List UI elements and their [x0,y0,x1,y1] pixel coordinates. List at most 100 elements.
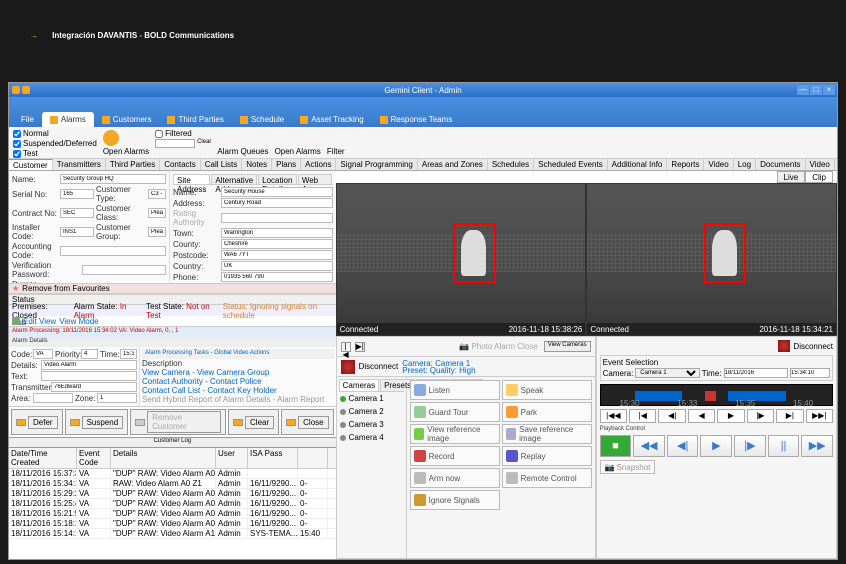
log-col-header[interactable]: Event Code [77,448,111,468]
live-tab[interactable]: Live [777,171,806,183]
text-field[interactable] [41,371,137,381]
ribbon-tab-customers[interactable]: Customers [94,112,160,127]
subtab-signal-programming[interactable]: Signal Programming [336,159,417,170]
task-view-camera[interactable]: View Camera - View Camera Group [142,368,334,377]
log-row[interactable]: 18/11/2016 15:21:52VA"DUP" RAW: Video Al… [9,509,336,519]
subtab-documents[interactable]: Documents [756,159,805,170]
ribbon-tab-third-parties[interactable]: Third Parties [159,112,231,127]
remove-customer-button[interactable]: Remove Customer [130,409,226,435]
county-field[interactable] [221,239,333,249]
ribbon-tab-asset-tracking[interactable]: Asset Tracking [292,112,371,127]
pb-cam-select[interactable]: Camera 1 [635,368,700,378]
prev-frame-button[interactable]: |◀ [341,342,351,352]
name-field[interactable] [60,174,166,184]
log-row[interactable]: 18/11/2016 15:34:15VARAW: Video Alarm A0… [9,479,336,489]
close-button[interactable]: × [823,85,835,95]
nav-button[interactable]: ▶| [776,409,803,423]
nav-button[interactable]: ◀ [688,409,715,423]
ignore-signals-button[interactable]: Ignore Signals [410,490,500,510]
speak-button[interactable]: Speak [502,380,592,400]
play-button[interactable]: || [768,435,800,457]
pb-date-field[interactable] [724,368,789,378]
nav-button[interactable]: |◀ [629,409,656,423]
cam-tab[interactable]: Cameras [339,379,379,391]
subtab-additional-info[interactable]: Additional Info [608,159,668,170]
filter-filtered[interactable]: Filtered [155,129,211,138]
rating-field[interactable] [221,213,333,223]
playback-disconnect-button[interactable]: Disconnect [793,342,833,351]
filter-test[interactable]: Test [13,149,97,158]
save-reference-image-button[interactable]: Save reference image [502,424,592,444]
minimize-button[interactable]: — [797,85,809,95]
listen-button[interactable]: Listen [410,380,500,400]
replay-button[interactable]: Replay [502,446,592,466]
transmitter-field[interactable] [51,382,137,392]
play-button[interactable]: ◀| [667,435,699,457]
disconnect-button[interactable]: Disconnect [359,362,399,371]
view-mode-button[interactable]: View Mode [59,317,98,326]
camera-item[interactable]: Camera 2 [339,405,404,418]
addr-tab[interactable]: Alternative Address [211,174,257,184]
log-col-header[interactable]: Date/Time Created [9,448,77,468]
log-col-header[interactable]: Details [111,448,216,468]
zone-field[interactable] [97,393,137,403]
subtab-customer[interactable]: Customer [9,159,53,170]
subtab-notes[interactable]: Notes [242,159,272,170]
log-col-header[interactable] [298,448,328,468]
nav-button[interactable]: |▶ [747,409,774,423]
installer-field[interactable] [60,227,94,237]
suspend-button[interactable]: Suspend [65,409,129,435]
play-button[interactable]: ◀◀ [633,435,665,457]
subtab-call-lists[interactable]: Call Lists [201,159,242,170]
subtab-areas-and-zones[interactable]: Areas and Zones [418,159,488,170]
subtab-contacts[interactable]: Contacts [160,159,201,170]
subtab-actions[interactable]: Actions [301,159,336,170]
task-send-report[interactable]: Send Hybrid Report of Alarm Details - Al… [142,395,334,404]
camera-item[interactable]: Camera 1 [339,392,404,405]
play-button[interactable]: ▶ [700,435,732,457]
nav-button[interactable]: ▶▶| [806,409,833,423]
task-contact-call-list[interactable]: Contact Call List - Contact Key Holder [142,386,334,395]
cclass-field[interactable] [148,208,166,218]
nav-button[interactable]: ▶ [717,409,744,423]
ribbon-tab-alarms[interactable]: Alarms [42,112,94,127]
addr-tab[interactable]: Site Address [173,174,210,184]
clear-button[interactable]: Clear [228,409,279,435]
video-pane-live[interactable]: Connected2016-11-18 15:38:26 [336,183,587,336]
close-alarm-button[interactable]: Close [281,409,333,435]
log-row[interactable]: 18/11/2016 15:29:28VA"DUP" RAW: Video Al… [9,489,336,499]
priority-field[interactable] [81,349,98,359]
subtab-third-parties[interactable]: Third Parties [106,159,160,170]
log-row[interactable]: 18/11/2016 15:14:18VA"DUP" RAW: Video Al… [9,529,336,539]
subtab-log[interactable]: Log [734,159,756,170]
ribbon-tab-response-teams[interactable]: Response Teams [372,112,461,127]
filter-suspended[interactable]: Suspended/Deferred [13,139,97,148]
snapshot-button[interactable]: 📷Snapshot [600,460,656,474]
camera-item[interactable]: Camera 3 [339,418,404,431]
nav-button[interactable]: |◀◀ [600,409,627,423]
time-field[interactable] [120,349,137,359]
defer-button[interactable]: Defer [11,409,63,435]
record-button[interactable]: Record [410,446,500,466]
subtab-scheduled-events[interactable]: Scheduled Events [534,159,608,170]
addr-tab[interactable]: Web Access [298,174,332,184]
nav-button[interactable]: ◀| [658,409,685,423]
clip-tab[interactable]: Clip [805,171,833,183]
next-frame-button[interactable]: ▶| [355,342,365,352]
serial-field[interactable] [60,189,94,199]
pb-time-field[interactable] [790,368,830,378]
log-row[interactable]: 18/11/2016 15:18:15VA"DUP" RAW: Video Al… [9,519,336,529]
play-button[interactable]: ■ [600,435,632,457]
ctype-field[interactable] [148,189,166,199]
task-contact-authority[interactable]: Contact Authority - Contact Police [142,377,334,386]
log-row[interactable]: 18/11/2016 15:37:37VA"DUP" RAW: Video Al… [9,469,336,479]
filter-input[interactable] [155,139,195,148]
subtab-schedules[interactable]: Schedules [488,159,534,170]
cgroup-field[interactable] [148,227,166,237]
remote-control-button[interactable]: Remote Control [502,468,592,488]
addr-name-field[interactable] [221,187,333,197]
addr-field[interactable] [221,198,333,208]
subtab-transmitters[interactable]: Transmitters [53,159,106,170]
subtab-video[interactable]: Video [704,159,733,170]
acct-field[interactable] [60,246,166,256]
